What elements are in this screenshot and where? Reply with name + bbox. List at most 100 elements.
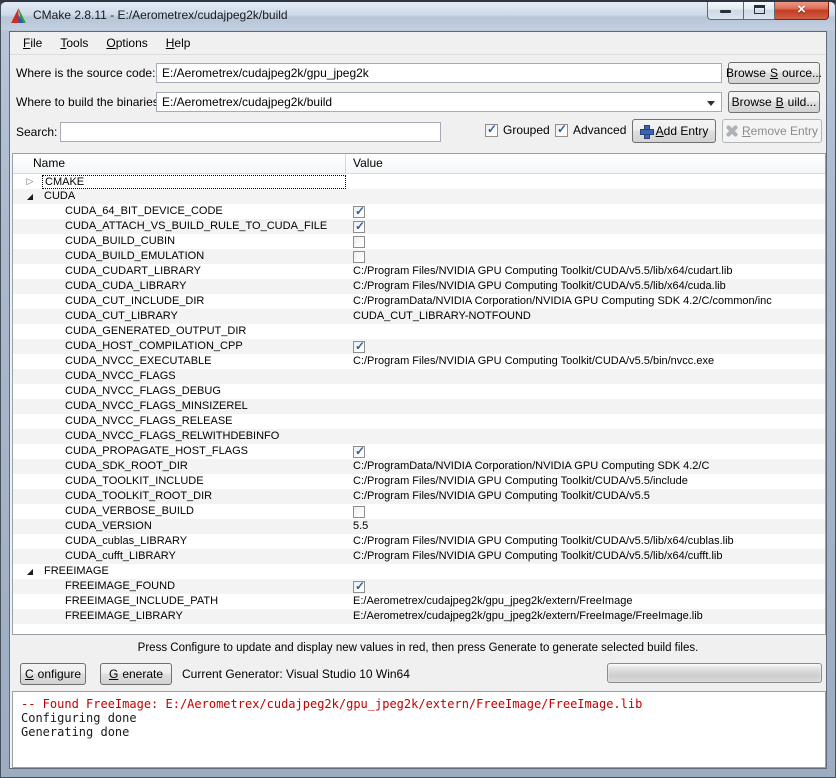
entry-name: CUDA_cufft_LIBRARY bbox=[65, 550, 176, 562]
entry-value[interactable]: C:/Program Files/NVIDIA GPU Computing To… bbox=[346, 354, 825, 369]
add-entry-button[interactable]: Add Entry bbox=[632, 119, 716, 143]
entry-value[interactable] bbox=[346, 324, 825, 339]
value-checkbox[interactable] bbox=[353, 204, 365, 219]
cache-entry-row[interactable]: CUDA_CUDART_LIBRARY C:/Program Files/NVID… bbox=[13, 264, 825, 279]
entry-value[interactable]: E:/Aerometrex/cudajpeg2k/gpu_jpeg2k/exte… bbox=[346, 594, 825, 609]
cache-entry-row[interactable]: CUDA_NVCC_FLAGS bbox=[13, 369, 825, 384]
cache-entry-row[interactable]: FREEIMAGE_LIBRARY E:/Aerometrex/cudajpeg2… bbox=[13, 609, 825, 624]
cache-entry-row[interactable]: CUDA_CUT_INCLUDE_DIR C:/ProgramData/NVIDI… bbox=[13, 294, 825, 309]
entry-value[interactable] bbox=[346, 339, 825, 354]
generate-button[interactable]: Generate bbox=[100, 663, 172, 685]
entry-value[interactable] bbox=[346, 444, 825, 459]
cmake-window: CMake 2.8.11 - E:/Aerometrex/cudajpeg2k/… bbox=[0, 0, 836, 778]
entry-value[interactable]: 5.5 bbox=[346, 519, 825, 534]
entry-value[interactable] bbox=[346, 579, 825, 594]
cache-entry-row[interactable]: CUDA_VERSION 5.5 bbox=[13, 519, 825, 534]
cache-entry-row[interactable]: CUDA_NVCC_FLAGS_DEBUG bbox=[13, 384, 825, 399]
cache-entry-row[interactable]: CUDA_TOOLKIT_INCLUDE C:/Program Files/NVI… bbox=[13, 474, 825, 489]
menu-options[interactable]: Options bbox=[97, 33, 156, 53]
menu-help[interactable]: Help bbox=[157, 33, 200, 53]
cache-entry-row[interactable]: CUDA_HOST_COMPILATION_CPP bbox=[13, 339, 825, 354]
entry-name: CUDA_CUDART_LIBRARY bbox=[65, 265, 201, 277]
grouped-label: Grouped bbox=[503, 123, 550, 137]
expander-icon[interactable]: ▷ bbox=[25, 174, 35, 189]
entry-value[interactable] bbox=[346, 234, 825, 249]
entry-name: CUDA_CUDA_LIBRARY bbox=[65, 280, 187, 292]
entry-value[interactable]: C:/Program Files/NVIDIA GPU Computing To… bbox=[346, 264, 825, 279]
entry-value[interactable]: C:/Program Files/NVIDIA GPU Computing To… bbox=[346, 279, 825, 294]
cache-entry-row[interactable]: CUDA_BUILD_EMULATION bbox=[13, 249, 825, 264]
source-code-input[interactable] bbox=[156, 63, 722, 83]
entry-value[interactable] bbox=[346, 249, 825, 264]
output-log[interactable]: -- Found FreeImage: E:/Aerometrex/cudajp… bbox=[12, 691, 826, 768]
cache-entry-row[interactable]: CUDA_cufft_LIBRARY C:/Program Files/NVIDI… bbox=[13, 549, 825, 564]
cache-group-row[interactable]: ▷ CMAKE bbox=[13, 174, 825, 189]
value-checkbox[interactable] bbox=[353, 444, 365, 459]
entry-value[interactable]: E:/Aerometrex/cudajpeg2k/gpu_jpeg2k/exte… bbox=[346, 609, 825, 624]
cache-entry-row[interactable]: CUDA_CUT_LIBRARY CUDA_CUT_LIBRARY-NOTFOUN… bbox=[13, 309, 825, 324]
plus-icon bbox=[639, 125, 654, 139]
cache-entry-row[interactable]: CUDA_64_BIT_DEVICE_CODE bbox=[13, 204, 825, 219]
entry-value[interactable] bbox=[346, 429, 825, 444]
minimize-button[interactable] bbox=[707, 2, 743, 20]
cache-entry-row[interactable]: CUDA_TOOLKIT_ROOT_DIR C:/Program Files/NV… bbox=[13, 489, 825, 504]
expander-icon[interactable]: ◢ bbox=[25, 189, 35, 204]
entry-value[interactable]: CUDA_CUT_LIBRARY-NOTFOUND bbox=[346, 309, 825, 324]
advanced-checkbox[interactable] bbox=[555, 122, 568, 137]
entry-value[interactable]: C:/Program Files/NVIDIA GPU Computing To… bbox=[346, 534, 825, 549]
menu-tools[interactable]: Tools bbox=[51, 33, 97, 53]
cache-entry-row[interactable]: FREEIMAGE_INCLUDE_PATH E:/Aerometrex/cuda… bbox=[13, 594, 825, 609]
cache-entry-row[interactable]: CUDA_NVCC_EXECUTABLE C:/Program Files/NVI… bbox=[13, 354, 825, 369]
cache-entry-row[interactable]: CUDA_VERBOSE_BUILD bbox=[13, 504, 825, 519]
cache-entry-row[interactable]: CUDA_ATTACH_VS_BUILD_RULE_TO_CUDA_FILE bbox=[13, 219, 825, 234]
entry-value[interactable]: C:/Program Files/NVIDIA GPU Computing To… bbox=[346, 474, 825, 489]
entry-value[interactable]: C:/ProgramData/NVIDIA Corporation/NVIDIA… bbox=[346, 294, 825, 309]
search-input[interactable] bbox=[60, 122, 441, 142]
window-controls: × bbox=[707, 2, 829, 20]
entry-value[interactable] bbox=[346, 399, 825, 414]
entry-value[interactable]: C:/ProgramData/NVIDIA Corporation/NVIDIA… bbox=[346, 459, 825, 474]
close-button[interactable]: × bbox=[775, 2, 829, 20]
build-binaries-label: Where to build the binaries: bbox=[16, 95, 163, 109]
cache-entry-row[interactable]: CUDA_NVCC_FLAGS_MINSIZEREL bbox=[13, 399, 825, 414]
browse-build-button[interactable]: Browse Build... bbox=[728, 91, 820, 113]
cache-entry-row[interactable]: CUDA_NVCC_FLAGS_RELEASE bbox=[13, 414, 825, 429]
maximize-button[interactable] bbox=[743, 2, 775, 20]
search-label: Search: bbox=[16, 125, 58, 139]
value-checkbox[interactable] bbox=[353, 339, 365, 354]
column-header-value[interactable]: Value bbox=[346, 154, 825, 173]
expander-icon[interactable]: ◢ bbox=[25, 564, 35, 579]
column-header-name[interactable]: Name bbox=[13, 154, 346, 173]
cache-entry-row[interactable]: CUDA_SDK_ROOT_DIR C:/ProgramData/NVIDIA C… bbox=[13, 459, 825, 474]
entry-value[interactable]: C:/Program Files/NVIDIA GPU Computing To… bbox=[346, 549, 825, 564]
cache-entry-row[interactable]: CUDA_BUILD_CUBIN bbox=[13, 234, 825, 249]
title-bar[interactable]: CMake 2.8.11 - E:/Aerometrex/cudajpeg2k/… bbox=[1, 2, 835, 30]
entry-value[interactable] bbox=[346, 369, 825, 384]
value-checkbox[interactable] bbox=[353, 579, 365, 594]
value-checkbox[interactable] bbox=[353, 235, 365, 248]
value-checkbox[interactable] bbox=[353, 219, 365, 234]
configure-button[interactable]: Configure bbox=[20, 663, 86, 685]
remove-entry-button[interactable]: Remove Entry bbox=[722, 119, 822, 143]
cache-group-row[interactable]: ◢ FREEIMAGE bbox=[13, 564, 825, 579]
cache-entry-row[interactable]: CUDA_cublas_LIBRARY C:/Program Files/NVID… bbox=[13, 534, 825, 549]
cache-entry-row[interactable]: CUDA_GENERATED_OUTPUT_DIR bbox=[13, 324, 825, 339]
menu-file[interactable]: File bbox=[14, 33, 51, 53]
entry-value[interactable]: C:/Program Files/NVIDIA GPU Computing To… bbox=[346, 489, 825, 504]
value-checkbox[interactable] bbox=[353, 505, 365, 518]
browse-source-button[interactable]: Browse Source... bbox=[726, 62, 822, 84]
cache-entry-row[interactable]: CUDA_NVCC_FLAGS_RELWITHDEBINFO bbox=[13, 429, 825, 444]
entry-value[interactable] bbox=[346, 219, 825, 234]
entry-value[interactable] bbox=[346, 414, 825, 429]
value-checkbox[interactable] bbox=[353, 250, 365, 263]
cache-entry-row[interactable]: CUDA_PROPAGATE_HOST_FLAGS bbox=[13, 444, 825, 459]
cache-entry-row[interactable]: FREEIMAGE_FOUND bbox=[13, 579, 825, 594]
grouped-checkbox[interactable] bbox=[485, 122, 498, 137]
build-path-combobox[interactable]: E:/Aerometrex/cudajpeg2k/build bbox=[156, 92, 722, 112]
entry-value[interactable] bbox=[346, 504, 825, 519]
entry-value[interactable] bbox=[346, 384, 825, 399]
cache-group-row[interactable]: ◢ CUDA bbox=[13, 189, 825, 204]
group-name: FREEIMAGE bbox=[44, 565, 109, 577]
entry-value[interactable] bbox=[346, 204, 825, 219]
cache-entry-row[interactable]: CUDA_CUDA_LIBRARY C:/Program Files/NVIDIA… bbox=[13, 279, 825, 294]
